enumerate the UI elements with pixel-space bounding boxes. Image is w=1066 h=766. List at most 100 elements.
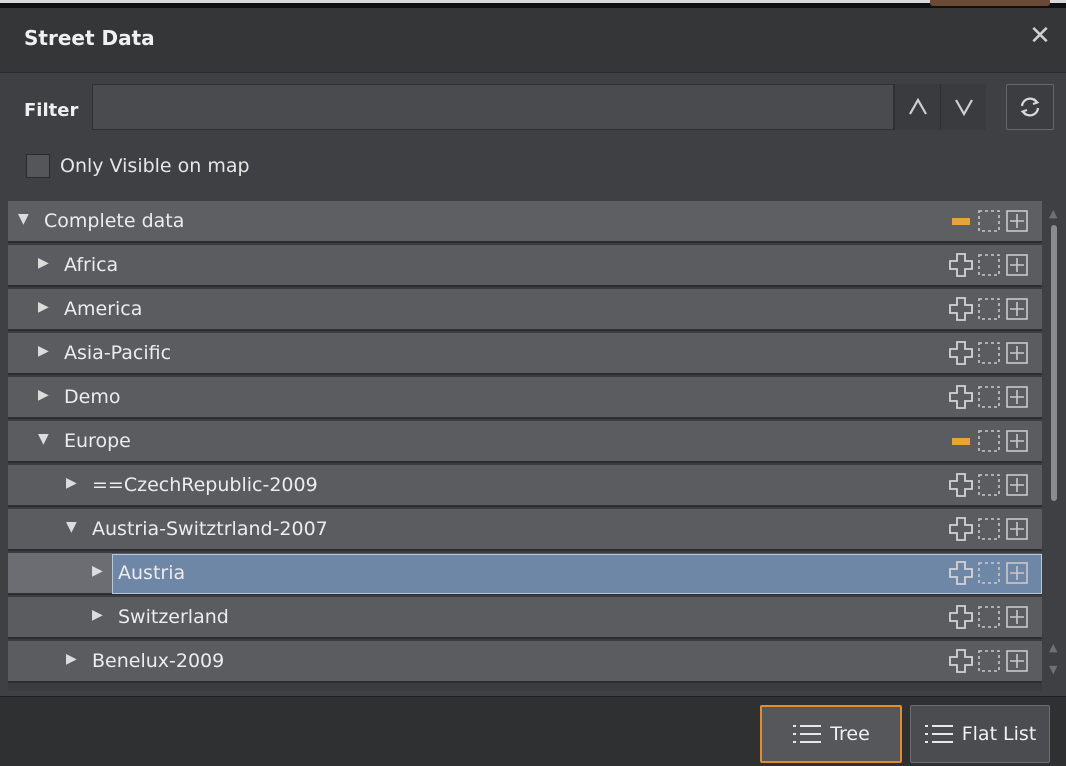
row-actions xyxy=(948,560,1030,586)
plus-box-icon[interactable] xyxy=(1004,252,1030,278)
close-icon[interactable]: ✕ xyxy=(1026,22,1054,50)
plus-box-icon[interactable] xyxy=(1004,428,1030,454)
tree-row[interactable]: ▶ Austria xyxy=(8,553,1042,595)
previous-match-button[interactable] xyxy=(894,84,940,130)
collapse-arrow-icon[interactable]: ▼ xyxy=(38,431,49,447)
tree-row[interactable]: ▶ Switzerland xyxy=(8,597,1042,639)
refresh-icon xyxy=(1020,97,1040,117)
dashed-select-icon[interactable] xyxy=(976,384,1002,410)
tree-row[interactable]: ▶ America xyxy=(8,289,1042,331)
add-outline-icon[interactable] xyxy=(948,560,974,586)
panel-title: Street Data xyxy=(24,26,155,50)
bottom-bar: Tree Flat List xyxy=(0,696,1066,766)
expand-arrow-icon[interactable]: ▶ xyxy=(92,563,103,579)
flat-list-button[interactable]: Flat List xyxy=(910,705,1050,763)
chevron-up-icon xyxy=(908,97,927,115)
add-outline-icon[interactable] xyxy=(948,252,974,278)
top-strip-highlight xyxy=(0,0,1066,3)
expand-arrow-icon[interactable]: ▶ xyxy=(66,651,77,667)
plus-box-icon[interactable] xyxy=(1004,604,1030,630)
plus-box-icon[interactable] xyxy=(1004,208,1030,234)
row-actions xyxy=(948,648,1030,674)
only-visible-row[interactable]: Only Visible on map xyxy=(26,154,250,178)
dashed-select-icon[interactable] xyxy=(976,560,1002,586)
row-actions xyxy=(948,384,1030,410)
top-tab-edge xyxy=(930,0,1050,6)
row-actions xyxy=(948,252,1030,278)
dashed-select-icon[interactable] xyxy=(976,340,1002,366)
scroll-down-icon[interactable]: ▼ xyxy=(1049,663,1057,676)
plus-box-icon[interactable] xyxy=(1004,340,1030,366)
tree-row-label: America xyxy=(64,298,143,320)
tree-row[interactable]: ▶ Africa xyxy=(8,245,1042,287)
scroll-up-icon-lower[interactable]: ▲ xyxy=(1049,641,1057,654)
plus-box-icon[interactable] xyxy=(1004,560,1030,586)
dashed-select-icon[interactable] xyxy=(976,428,1002,454)
refresh-button[interactable] xyxy=(1006,84,1054,130)
tree-row[interactable]: ▶ Demo xyxy=(8,377,1042,419)
collapse-arrow-icon[interactable]: ▼ xyxy=(66,519,77,535)
expand-arrow-icon[interactable]: ▶ xyxy=(38,299,49,315)
tree-row-label: Complete data xyxy=(44,210,185,232)
add-outline-icon[interactable] xyxy=(948,604,974,630)
tree-row-label: Europe xyxy=(64,430,131,452)
filter-label: Filter xyxy=(24,100,79,121)
tree-row[interactable]: ▼ Complete data xyxy=(8,201,1042,243)
plus-box-icon[interactable] xyxy=(1004,472,1030,498)
collapse-arrow-icon[interactable]: ▼ xyxy=(18,211,29,227)
dashed-select-icon[interactable] xyxy=(976,296,1002,322)
dashed-select-icon[interactable] xyxy=(976,648,1002,674)
dashed-select-icon[interactable] xyxy=(976,208,1002,234)
partial-indicator-icon[interactable] xyxy=(948,208,974,234)
row-actions xyxy=(948,428,1030,454)
scroll-thumb[interactable] xyxy=(1051,225,1057,501)
partial-indicator-icon[interactable] xyxy=(948,428,974,454)
dashed-select-icon[interactable] xyxy=(976,604,1002,630)
tree-row[interactable]: ▶ Asia-Pacific xyxy=(8,333,1042,375)
tree-scrollbar[interactable]: ▲ ▲ ▼ xyxy=(1046,201,1062,691)
tree-row-label: Benelux-2009 xyxy=(92,650,225,672)
add-outline-icon[interactable] xyxy=(948,340,974,366)
filter-input[interactable] xyxy=(92,84,894,130)
expand-arrow-icon[interactable]: ▶ xyxy=(38,387,49,403)
plus-box-icon[interactable] xyxy=(1004,296,1030,322)
next-match-button[interactable] xyxy=(940,84,986,130)
tree-row[interactable]: ▼ Europe xyxy=(8,421,1042,463)
tree-row[interactable]: ▶ Benelux-2009 xyxy=(8,641,1042,683)
flat-list-label: Flat List xyxy=(961,723,1037,745)
only-visible-checkbox[interactable] xyxy=(26,154,50,178)
plus-box-icon[interactable] xyxy=(1004,516,1030,542)
dashed-select-icon[interactable] xyxy=(976,516,1002,542)
row-actions xyxy=(948,340,1030,366)
row-actions xyxy=(948,208,1030,234)
plus-box-icon[interactable] xyxy=(1004,384,1030,410)
expand-arrow-icon[interactable]: ▶ xyxy=(66,475,77,491)
add-outline-icon[interactable] xyxy=(948,516,974,542)
add-outline-icon[interactable] xyxy=(948,472,974,498)
top-strip xyxy=(0,0,1066,8)
expand-arrow-icon[interactable]: ▶ xyxy=(92,607,103,623)
list-icon xyxy=(793,725,822,743)
tree-row-label: Austria-Switztrland-2007 xyxy=(92,518,328,540)
row-actions xyxy=(948,472,1030,498)
selection-highlight xyxy=(112,554,1042,594)
expand-arrow-icon[interactable]: ▶ xyxy=(38,255,49,271)
add-outline-icon[interactable] xyxy=(948,296,974,322)
row-actions xyxy=(948,516,1030,542)
add-outline-icon[interactable] xyxy=(948,384,974,410)
street-data-panel: Street Data ✕ Filter Only Visible on map… xyxy=(0,8,1066,766)
add-outline-icon[interactable] xyxy=(948,648,974,674)
tree-row-label: Austria xyxy=(118,562,186,584)
tree-view-button[interactable]: Tree xyxy=(760,705,902,763)
list-icon xyxy=(924,725,953,743)
tree-row[interactable]: ▶ ==CzechRepublic-2009 xyxy=(8,465,1042,507)
tree-row-label: Asia-Pacific xyxy=(64,342,172,364)
plus-box-icon[interactable] xyxy=(1004,648,1030,674)
scroll-up-icon[interactable]: ▲ xyxy=(1049,207,1057,220)
tree-row-label: ==CzechRepublic-2009 xyxy=(92,474,318,496)
expand-arrow-icon[interactable]: ▶ xyxy=(38,343,49,359)
tree-row-label: Africa xyxy=(64,254,119,276)
tree-row[interactable]: ▼ Austria-Switztrland-2007 xyxy=(8,509,1042,551)
dashed-select-icon[interactable] xyxy=(976,472,1002,498)
dashed-select-icon[interactable] xyxy=(976,252,1002,278)
